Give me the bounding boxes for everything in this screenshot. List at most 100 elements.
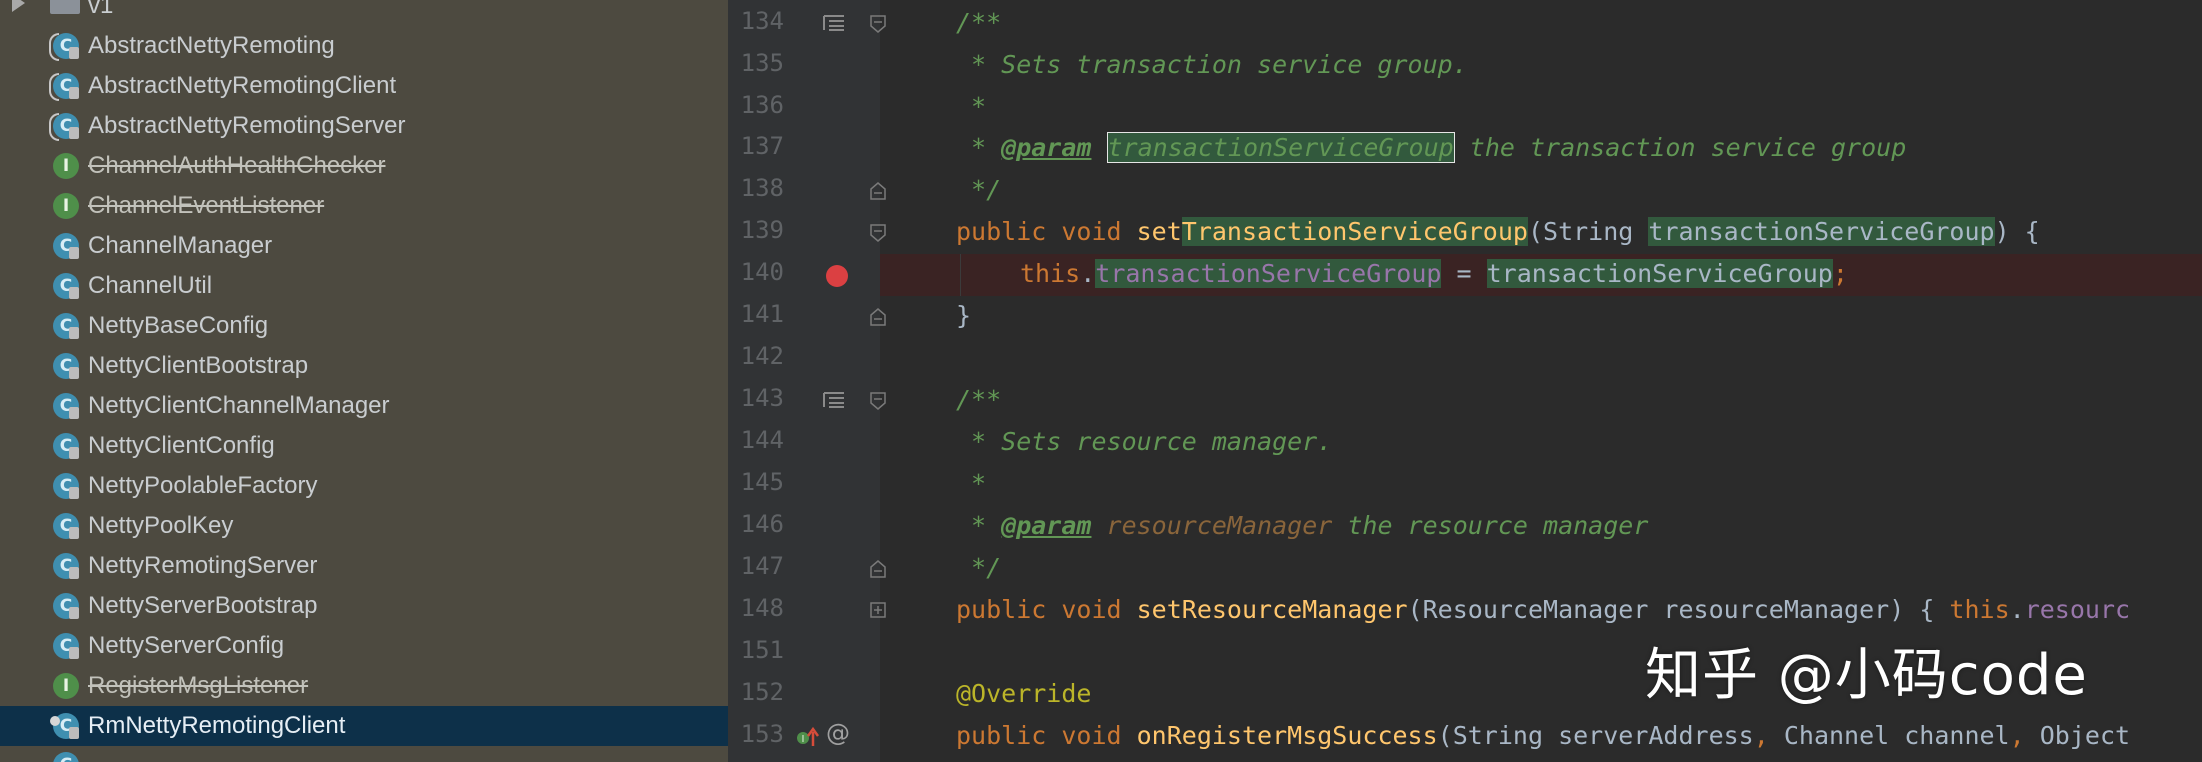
code-text: @Override (956, 677, 1091, 711)
line-number[interactable]: 151 (728, 636, 784, 664)
line-number[interactable]: 148 (728, 594, 784, 622)
tree-item-label: NettyClientConfig (88, 432, 275, 459)
code-line[interactable]: 139 public void setTransactionServiceGrou… (728, 212, 2202, 254)
tree-item[interactable]: C AbstractNettyRemoting (0, 26, 728, 66)
tree-item[interactable]: C NettyServerBootstrap (0, 586, 728, 626)
fold-icon[interactable] (870, 15, 886, 33)
expand-arrow-icon[interactable] (12, 0, 25, 12)
tree-item[interactable]: C NettyPoolKey (0, 506, 728, 546)
param-list: (String (1527, 217, 1649, 246)
tree-item-partial[interactable]: C (0, 745, 728, 762)
class-icon: C (53, 513, 79, 539)
keyword: this (1020, 259, 1081, 288)
fold-icon[interactable] (870, 392, 886, 410)
code-line[interactable]: 148 public void setResourceManager(Resour… (728, 590, 2202, 632)
code-line[interactable]: 140 this.transactionServiceGroup = transa… (728, 254, 2202, 296)
class-icon: C (53, 353, 79, 379)
code-line[interactable]: 146 * @param resourceManager the resourc… (728, 506, 2202, 548)
tree-item-label: RmNettyRemotingClient (88, 712, 346, 739)
tree-item[interactable]: I RegisterMsgListener (0, 666, 728, 706)
render-doc-icon[interactable] (823, 391, 845, 414)
line-number[interactable]: 143 (728, 384, 784, 412)
code-line[interactable]: 153 I @ public void onRegisterMsgSuccess(St… (728, 716, 2202, 758)
tree-item[interactable]: C AbstractNettyRemotingServer (0, 106, 728, 146)
code-token: * (956, 92, 987, 121)
tree-item-label: AbstractNettyRemotingServer (88, 112, 406, 139)
code-line[interactable]: 147 */ (728, 548, 2202, 590)
line-number[interactable]: 146 (728, 510, 784, 538)
class-icon: C (53, 313, 79, 339)
code-token: * Sets transaction service group. (956, 50, 1468, 79)
line-number[interactable]: 139 (728, 216, 784, 244)
class-icon: C (53, 433, 79, 459)
line-number[interactable]: 153 (728, 720, 784, 748)
tree-item[interactable]: C NettyBaseConfig (0, 306, 728, 346)
render-doc-icon[interactable] (823, 14, 845, 37)
tree-item[interactable]: C NettyClientBootstrap (0, 346, 728, 386)
code-token: * (956, 469, 987, 498)
tree-item-label: NettyServerConfig (88, 632, 285, 659)
code-line[interactable]: 134 /** (728, 3, 2202, 45)
line-number[interactable]: 142 (728, 342, 784, 370)
code-line[interactable]: 145 * (728, 464, 2202, 506)
line-number[interactable]: 147 (728, 552, 784, 580)
code-line[interactable]: 137 * @param transactionServiceGroup the… (728, 128, 2202, 170)
line-number[interactable]: 140 (728, 258, 784, 286)
class-icon: C (53, 473, 79, 499)
code-token: */ (956, 175, 1002, 204)
line-number[interactable]: 135 (728, 49, 784, 77)
line-number[interactable]: 152 (728, 678, 784, 706)
code-line[interactable]: 144 * Sets resource manager. (728, 422, 2202, 464)
tree-item[interactable]: C RmNettyRemotingClient (0, 706, 728, 746)
code-line[interactable]: 142 (728, 338, 2202, 380)
code-punct: . (1080, 259, 1096, 288)
code-text: */ (956, 173, 1001, 207)
tree-folder-v1[interactable]: v1 (0, 0, 728, 26)
breakpoint-icon[interactable] (826, 265, 848, 287)
fold-icon[interactable] (870, 182, 886, 200)
tree-item[interactable]: C NettyPoolableFactory (0, 466, 728, 506)
code-line[interactable]: 141} (728, 296, 2202, 338)
interface-icon: I (53, 673, 79, 699)
tree-item[interactable]: I ChannelAuthHealthChecker (0, 146, 728, 186)
code-token: /** (956, 385, 1002, 414)
code-line[interactable]: 143 /** (728, 380, 2202, 422)
line-number[interactable]: 138 (728, 174, 784, 202)
code-line[interactable]: 136 * (728, 87, 2202, 129)
code-line[interactable]: 138 */ (728, 170, 2202, 212)
fold-icon[interactable] (870, 560, 886, 578)
method-name: onRegisterMsgSuccess (1136, 721, 1438, 750)
tree-item[interactable]: C NettyClientChannelManager (0, 386, 728, 426)
class-icon: C (53, 553, 79, 579)
fold-icon[interactable] (870, 224, 886, 242)
tree-item[interactable]: C ChannelManager (0, 226, 728, 266)
annotation-icon[interactable]: @ (826, 719, 850, 747)
line-number[interactable]: 145 (728, 468, 784, 496)
line-number[interactable]: 137 (728, 132, 784, 160)
param-list: (String serverAddress (1437, 721, 1754, 750)
class-icon: C (53, 273, 79, 299)
tree-item-label: AbstractNettyRemotingClient (88, 72, 397, 99)
line-number[interactable]: 136 (728, 91, 784, 119)
field-highlight: transactionServiceGroup (1095, 259, 1442, 288)
fold-icon[interactable] (870, 602, 886, 620)
doc-text: the resource manager (1332, 511, 1649, 540)
tree-item[interactable]: C AbstractNettyRemotingClient (0, 66, 728, 106)
tree-item[interactable]: C ChannelUtil (0, 266, 728, 306)
tree-item[interactable]: C NettyServerConfig (0, 626, 728, 666)
line-number[interactable]: 134 (728, 7, 784, 35)
code-text: * @param resourceManager the resource ma… (956, 509, 1648, 543)
code-text: public void onRegisterMsgSuccess(String … (956, 719, 2130, 753)
fold-icon[interactable] (870, 308, 886, 326)
tree-item[interactable]: C NettyClientConfig (0, 426, 728, 466)
class-icon: C (53, 633, 79, 659)
doc-text: the transaction service group (1454, 133, 1907, 162)
class-icon: C (53, 593, 79, 619)
line-number[interactable]: 141 (728, 300, 784, 328)
tree-item[interactable]: C NettyRemotingServer (0, 546, 728, 586)
code-line[interactable]: 135 * Sets transaction service group. (728, 45, 2202, 87)
implements-method-icon[interactable]: I (796, 726, 820, 753)
line-number[interactable]: 144 (728, 426, 784, 454)
code-punct: ; (1832, 259, 1848, 288)
tree-item[interactable]: I ChannelEventListener (0, 186, 728, 226)
